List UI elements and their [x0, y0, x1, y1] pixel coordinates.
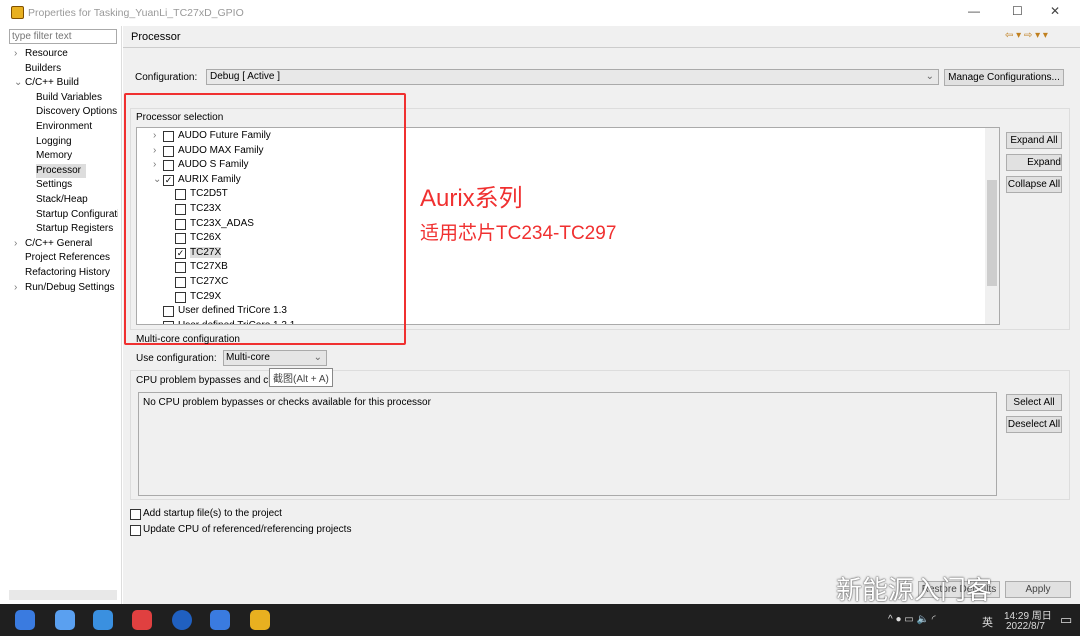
taskbar-app-icon[interactable]: [93, 610, 113, 630]
sidebar-item-label: Environment: [36, 121, 93, 132]
annotation-title: Aurix系列: [420, 185, 523, 212]
nav-arrows[interactable]: ⇦ ▾ ⇨ ▾ ▾: [1005, 30, 1048, 41]
expand-select-button[interactable]: Expand Select: [1006, 154, 1062, 171]
sidebar-item[interactable]: Project References: [14, 251, 118, 265]
update-cpu-label: Update CPU of referenced/referencing pro…: [143, 524, 352, 535]
annotation-box: [124, 93, 406, 345]
select-all-button[interactable]: Select All: [1006, 394, 1062, 411]
chevron-icon[interactable]: ›: [14, 281, 25, 295]
cpu-list[interactable]: No CPU problem bypasses or checks availa…: [138, 392, 997, 496]
sidebar-item-label: Refactoring History: [25, 267, 111, 278]
sidebar-item[interactable]: Build Variables: [36, 91, 118, 105]
sidebar-item[interactable]: Startup Registers: [36, 222, 118, 236]
add-startup-checkbox[interactable]: [130, 509, 141, 520]
sidebar-item-label: C/C++ Build: [25, 77, 79, 89]
add-startup-label: Add startup file(s) to the project: [143, 508, 282, 519]
chevron-down-icon: ⌄: [925, 71, 934, 82]
apply-button[interactable]: Apply: [1005, 581, 1071, 598]
taskbar-app-icon[interactable]: [15, 610, 35, 630]
configuration-select[interactable]: Debug [ Active ] ⌄: [206, 69, 939, 85]
watermark: 新能源入门客: [836, 575, 993, 605]
sidebar-item-label: Processor: [36, 164, 82, 176]
notification-icon[interactable]: ▭: [1060, 612, 1072, 628]
sidebar-item-label: Builders: [25, 62, 62, 74]
maximize-button[interactable]: ☐: [1012, 4, 1023, 18]
sidebar-item[interactable]: Refactoring History: [14, 266, 118, 280]
taskbar-app-icon[interactable]: [250, 610, 270, 630]
update-cpu-checkbox[interactable]: [130, 525, 141, 536]
close-button[interactable]: ✕: [1050, 4, 1060, 18]
sidebar-item-label: Settings: [36, 179, 73, 191]
annotation-subtitle: 适用芯片TC234-TC297: [420, 223, 617, 244]
taskbar-app-icon[interactable]: [172, 610, 192, 630]
chevron-down-icon: ⌄: [313, 352, 322, 363]
sidebar-item-label: Project References: [25, 252, 111, 264]
cpu-message: No CPU problem bypasses or checks availa…: [143, 397, 431, 408]
taskbar-app-icon[interactable]: [55, 610, 75, 630]
sidebar-item[interactable]: Environment: [36, 120, 118, 134]
sidebar-item-label: Memory: [36, 150, 73, 162]
sidebar-item-label: Discovery Options: [36, 106, 118, 118]
sidebar-item[interactable]: Settings: [36, 178, 118, 192]
sidebar-item[interactable]: Logging: [36, 135, 118, 149]
configuration-label: Configuration:: [135, 72, 198, 83]
sidebar-item[interactable]: ⌄ C/C++ Build: [14, 76, 118, 90]
sidebar-item-label: C/C++ General: [25, 237, 93, 249]
chevron-icon[interactable]: ›: [14, 237, 25, 251]
window-title: Properties for Tasking_YuanLi_TC27xD_GPI…: [28, 7, 244, 19]
minimize-button[interactable]: —: [968, 4, 980, 18]
clock-date[interactable]: 2022/8/7: [1006, 621, 1045, 632]
sidebar-item[interactable]: Discovery Options: [36, 105, 118, 119]
use-configuration-label: Use configuration:: [136, 353, 217, 364]
multicore-value: Multi-core: [226, 352, 270, 363]
page-title: Processor: [131, 31, 181, 43]
sidebar-item-label: Resource: [25, 48, 68, 59]
sidebar-item[interactable]: Startup Configuration: [36, 208, 118, 222]
deselect-all-button[interactable]: Deselect All: [1006, 416, 1062, 433]
sidebar-item[interactable]: Stack/Heap: [36, 193, 118, 207]
sidebar-item-label: Startup Configuration: [36, 208, 118, 220]
sidebar-item[interactable]: Memory: [36, 149, 118, 163]
sidebar-item[interactable]: › C/C++ General: [14, 237, 118, 251]
chevron-icon[interactable]: ›: [14, 47, 25, 61]
sidebar-scrollbar[interactable]: [9, 590, 117, 600]
sidebar-item-label: Run/Debug Settings: [25, 281, 115, 293]
taskbar-app-icon[interactable]: [132, 610, 152, 630]
multicore-select[interactable]: Multi-core ⌄: [223, 350, 327, 366]
multicore-group-label: Multi-core configuration: [136, 334, 240, 345]
filter-input[interactable]: [9, 29, 117, 44]
sidebar-item-label: Startup Registers: [36, 223, 114, 235]
tooltip: 截图(Alt + A): [269, 368, 333, 387]
sidebar-item[interactable]: › Resource: [14, 47, 118, 61]
configuration-value: Debug [ Active ]: [210, 71, 281, 82]
collapse-all-button[interactable]: Collapse All: [1006, 176, 1062, 193]
sidebar-item[interactable]: Builders: [14, 62, 118, 76]
ime-indicator[interactable]: 英: [982, 614, 993, 630]
sidebar-item[interactable]: › Run/Debug Settings: [14, 281, 118, 295]
clock-time[interactable]: 14:29 周日: [1004, 607, 1052, 622]
page-header: [123, 26, 1080, 48]
taskbar-app-icon[interactable]: [210, 610, 230, 630]
app-icon: [11, 6, 24, 19]
sidebar-item-label: Build Variables: [36, 91, 102, 103]
processor-scrollbar[interactable]: [985, 128, 999, 324]
sidebar-item[interactable]: Processor: [36, 163, 86, 178]
expand-all-button[interactable]: Expand All: [1006, 132, 1062, 149]
sidebar-item-label: Logging: [36, 135, 72, 147]
chevron-icon[interactable]: ⌄: [14, 76, 25, 90]
tray-icons[interactable]: ^ ● ▭ 🔈 ◜: [888, 614, 936, 625]
manage-configurations-button[interactable]: Manage Configurations...: [944, 69, 1064, 86]
sidebar-item-label: Stack/Heap: [36, 194, 88, 205]
